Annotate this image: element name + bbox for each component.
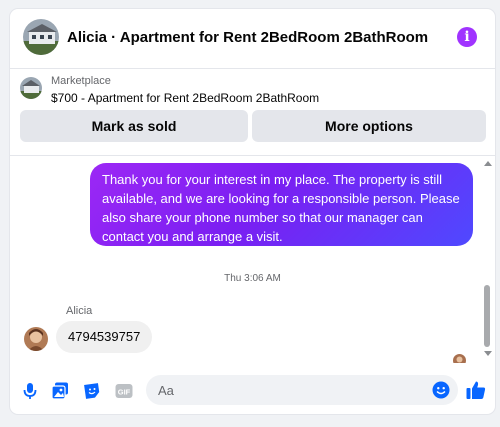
microphone-icon[interactable] [20, 381, 40, 401]
conversation-title[interactable]: Alicia · Apartment for Rent 2BedRoom 2Ba… [67, 29, 428, 46]
outgoing-message[interactable]: Thank you for your interest in my place.… [90, 163, 473, 246]
marketplace-panel: Marketplace $700 - Apartment for Rent 2B… [10, 70, 495, 156]
scroll-down-arrow-icon[interactable] [484, 351, 492, 356]
thumbs-up-icon[interactable] [465, 379, 487, 401]
message-scrollbar[interactable] [481, 157, 493, 363]
sender-name: Alicia [66, 305, 93, 317]
message-timestamp: Thu 3:06 AM [224, 273, 281, 284]
gif-icon[interactable]: GIF [114, 381, 134, 401]
emoji-icon[interactable] [432, 381, 450, 399]
photo-icon[interactable] [50, 381, 70, 401]
scroll-thumb[interactable] [484, 285, 490, 347]
svg-text:GIF: GIF [118, 388, 131, 397]
sticker-icon[interactable] [82, 381, 102, 401]
message-input[interactable]: Aa [146, 375, 458, 405]
message-list: Thank you for your interest in my place.… [10, 157, 495, 363]
message-composer: GIF Aa [10, 365, 495, 414]
listing-title[interactable]: $700 - Apartment for Rent 2BedRoom 2Bath… [51, 91, 319, 105]
chat-window: Alicia · Apartment for Rent 2BedRoom 2Ba… [10, 9, 495, 414]
mark-as-sold-button[interactable]: Mark as sold [20, 110, 248, 142]
marketplace-label: Marketplace [51, 75, 111, 87]
chat-header: Alicia · Apartment for Rent 2BedRoom 2Ba… [10, 9, 495, 69]
seen-receipt-avatar [453, 354, 466, 363]
incoming-message[interactable]: 4794539757 [56, 321, 153, 353]
scroll-up-arrow-icon[interactable] [484, 161, 492, 166]
avatar[interactable] [24, 327, 48, 351]
message-input-placeholder: Aa [158, 383, 174, 398]
info-icon[interactable]: i [457, 27, 477, 47]
more-options-button[interactable]: More options [252, 110, 486, 142]
listing-small-thumbnail[interactable] [20, 77, 42, 99]
listing-thumbnail[interactable] [23, 19, 59, 55]
